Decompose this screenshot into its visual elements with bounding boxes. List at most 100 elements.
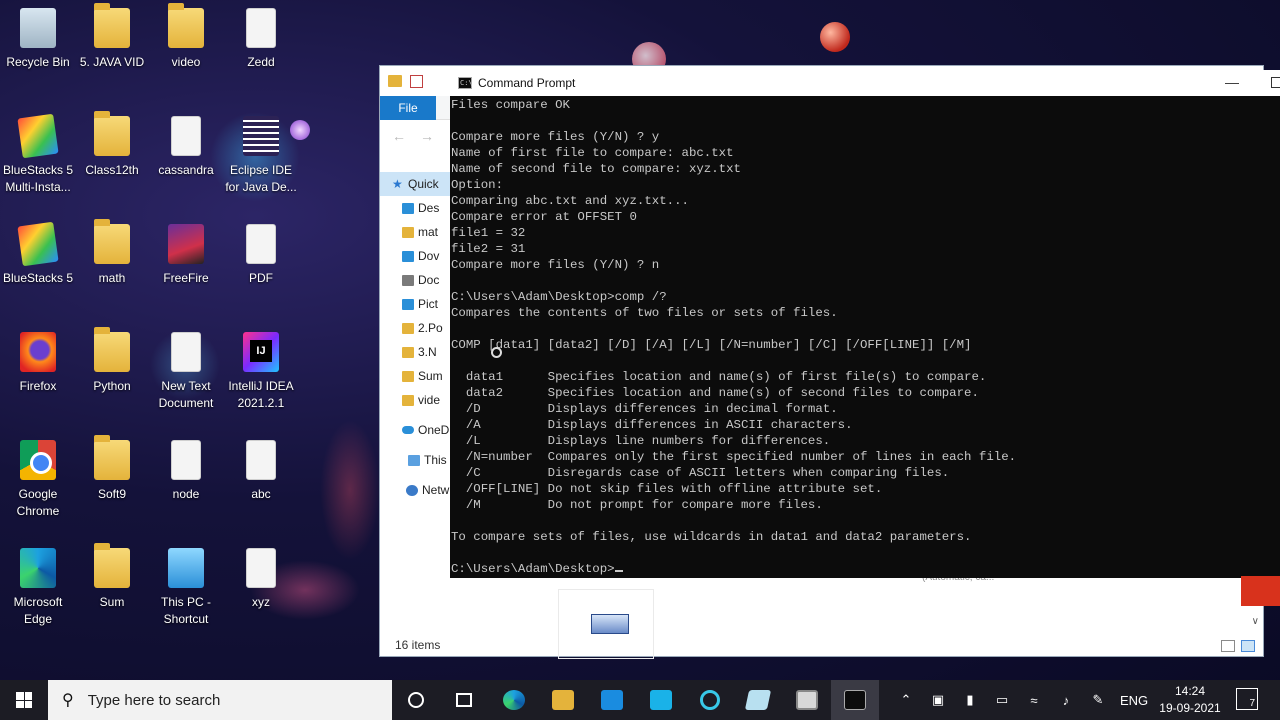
taskbar-screen-capture[interactable] bbox=[783, 680, 831, 720]
status-item-count: 16 items bbox=[395, 638, 441, 652]
nav-item-video[interactable]: vide bbox=[380, 388, 452, 412]
nav-item-network[interactable]: Netw bbox=[380, 478, 452, 502]
desktop-icon-xyz[interactable]: xyz bbox=[223, 540, 299, 611]
pen-icon[interactable]: ✎ bbox=[1082, 692, 1114, 708]
ribbon-file-tab[interactable]: File bbox=[380, 96, 436, 120]
desktop-icon-pdf[interactable]: PDF bbox=[223, 216, 299, 287]
cortana-button[interactable] bbox=[392, 680, 440, 720]
desktop-icon-cassandra[interactable]: cassandra bbox=[148, 108, 224, 179]
taskbar-app-l[interactable] bbox=[637, 680, 685, 720]
desktop-icon-soft9[interactable]: Soft9 bbox=[74, 432, 150, 503]
language-indicator[interactable]: ENG bbox=[1120, 680, 1148, 720]
nav-item-downloads[interactable]: Dov bbox=[380, 244, 452, 268]
minimize-button[interactable]: — bbox=[1225, 74, 1239, 90]
command-prompt-window[interactable]: C:\ Command Prompt — Files compare OK Com… bbox=[450, 70, 1280, 578]
desktop-icon-firefox[interactable]: Firefox bbox=[0, 324, 76, 395]
nav-item-folder[interactable]: 2.Po bbox=[380, 316, 452, 340]
nav-item-onedrive[interactable]: OneD bbox=[380, 418, 452, 442]
nav-item-pictures[interactable]: Pict bbox=[380, 292, 452, 316]
folder-icon bbox=[402, 346, 414, 358]
folder-icon bbox=[94, 3, 130, 48]
folder-icon bbox=[94, 327, 130, 372]
taskbar-clock[interactable]: 14:24 19-09-2021 bbox=[1150, 683, 1230, 717]
console-line: /OFF[LINE] Do not skip files with offlin… bbox=[451, 482, 883, 496]
taskbar-notepad[interactable] bbox=[734, 680, 782, 720]
desktop-icon-sum[interactable]: Sum bbox=[74, 540, 150, 611]
desktop-icon-eclipse[interactable]: Eclipse IDE for Java De... bbox=[223, 108, 299, 196]
desktop-icon-bluestacks-multi[interactable]: BlueStacks 5 Multi-Insta... bbox=[0, 108, 76, 196]
desktop-icon-java-vid[interactable]: 5. JAVA VID bbox=[74, 0, 150, 71]
desktop-icon-chrome[interactable]: Google Chrome bbox=[0, 432, 76, 520]
desktop-icon-python[interactable]: Python bbox=[74, 324, 150, 395]
file-explorer-icon bbox=[552, 690, 574, 710]
download-icon bbox=[402, 250, 414, 262]
desktop-icon-bluestacks[interactable]: BlueStacks 5 bbox=[0, 216, 76, 287]
folder-icon bbox=[402, 370, 414, 382]
desktop-icon-abc[interactable]: abc bbox=[223, 432, 299, 503]
taskbar: ⚲ Type here to search ⌃ ▣ ▮ ▭ ≈ ♪ ✎ ENG … bbox=[0, 680, 1280, 720]
console-line: data2 Specifies location and name(s) of … bbox=[451, 386, 979, 400]
console-line: Option: bbox=[451, 178, 504, 192]
desktop-icon-label: Firefox bbox=[19, 379, 57, 393]
nav-item-sum[interactable]: Sum bbox=[380, 364, 452, 388]
taskbar-cortana-ring[interactable] bbox=[686, 680, 734, 720]
taskbar-file-explorer[interactable] bbox=[539, 680, 587, 720]
maximize-button[interactable] bbox=[1271, 77, 1280, 88]
file-thumbnail[interactable] bbox=[558, 589, 654, 659]
desktop-icon-zedd[interactable]: Zedd bbox=[223, 0, 299, 71]
desktop-icon-label: math bbox=[98, 271, 126, 285]
task-view-button[interactable] bbox=[440, 680, 488, 720]
system-tray: ⌃ ▣ ▮ ▭ ≈ ♪ ✎ bbox=[890, 680, 1130, 720]
taskbar-mail[interactable] bbox=[588, 680, 636, 720]
desktop-icon-freefire[interactable]: FreeFire bbox=[148, 216, 224, 287]
nav-item-this-pc[interactable]: This P bbox=[380, 448, 452, 472]
chevron-up-icon[interactable]: ⌃ bbox=[890, 692, 922, 708]
desktop-icon-video[interactable]: video bbox=[148, 0, 224, 71]
nav-item-label: mat bbox=[418, 225, 439, 239]
desktop-icon-label: BlueStacks 5 Multi-Insta... bbox=[2, 163, 74, 194]
taskbar-edge[interactable] bbox=[490, 680, 538, 720]
nav-item-label: OneD bbox=[418, 423, 450, 437]
desktop-icon-this-pc[interactable]: This PC - Shortcut bbox=[148, 540, 224, 628]
desktop-icon-intellij[interactable]: IntelliJ IDEA 2021.2.1 bbox=[223, 324, 299, 412]
meet-now-icon[interactable]: ▣ bbox=[922, 692, 954, 708]
desktop-icon-label: xyz bbox=[252, 595, 270, 609]
volume-icon[interactable]: ♪ bbox=[1050, 693, 1082, 708]
nav-back-forward[interactable]: ←→ bbox=[392, 128, 448, 144]
desktop-icon-new-text-document[interactable]: New Text Document bbox=[148, 324, 224, 412]
desktop-icon-math[interactable]: math bbox=[74, 216, 150, 287]
details-view-icon[interactable] bbox=[1221, 640, 1235, 652]
console-output[interactable]: Files compare OK Compare more files (Y/N)… bbox=[450, 97, 1280, 577]
nav-item-folder[interactable]: 3.N bbox=[380, 340, 452, 364]
cmd-titlebar[interactable]: C:\ Command Prompt — bbox=[450, 70, 1280, 96]
desktop-icon-class12th[interactable]: Class12th bbox=[74, 108, 150, 179]
scroll-down-icon[interactable]: ∨ bbox=[1252, 616, 1259, 627]
properties-icon[interactable] bbox=[410, 74, 423, 88]
nav-item-desktop[interactable]: Des bbox=[380, 196, 452, 220]
notification-center-button[interactable]: 7 bbox=[1236, 688, 1258, 710]
recording-widget[interactable] bbox=[1241, 576, 1280, 606]
notepad-icon bbox=[744, 690, 772, 710]
nav-item-math[interactable]: mat bbox=[380, 220, 452, 244]
large-icons-view-icon[interactable] bbox=[1241, 640, 1255, 652]
nav-item-quick-access[interactable]: ★ Quick bbox=[380, 172, 452, 196]
battery-icon[interactable]: ▭ bbox=[986, 692, 1018, 708]
desktop-icon-label: video bbox=[171, 55, 201, 69]
text-cursor bbox=[614, 570, 623, 572]
search-placeholder: Type here to search bbox=[87, 691, 221, 709]
nav-item-label: Pict bbox=[418, 297, 439, 311]
desktop-icon-edge[interactable]: Microsoft Edge bbox=[0, 540, 76, 628]
folder-icon bbox=[94, 543, 130, 588]
nav-item-label: Dov bbox=[418, 249, 440, 263]
nav-item-label: This P bbox=[424, 453, 452, 467]
desktop-icon-recycle-bin[interactable]: Recycle Bin bbox=[0, 0, 76, 71]
wifi-icon[interactable]: ≈ bbox=[1018, 693, 1050, 708]
taskbar-command-prompt[interactable] bbox=[831, 680, 879, 720]
microphone-icon[interactable]: ▮ bbox=[954, 692, 986, 708]
start-button[interactable] bbox=[0, 680, 48, 720]
desktop-icon-node[interactable]: node bbox=[148, 432, 224, 503]
desktop-icon-label: abc bbox=[251, 487, 271, 501]
nav-item-documents[interactable]: Doc bbox=[380, 268, 452, 292]
taskbar-search[interactable]: ⚲ Type here to search bbox=[48, 680, 392, 720]
